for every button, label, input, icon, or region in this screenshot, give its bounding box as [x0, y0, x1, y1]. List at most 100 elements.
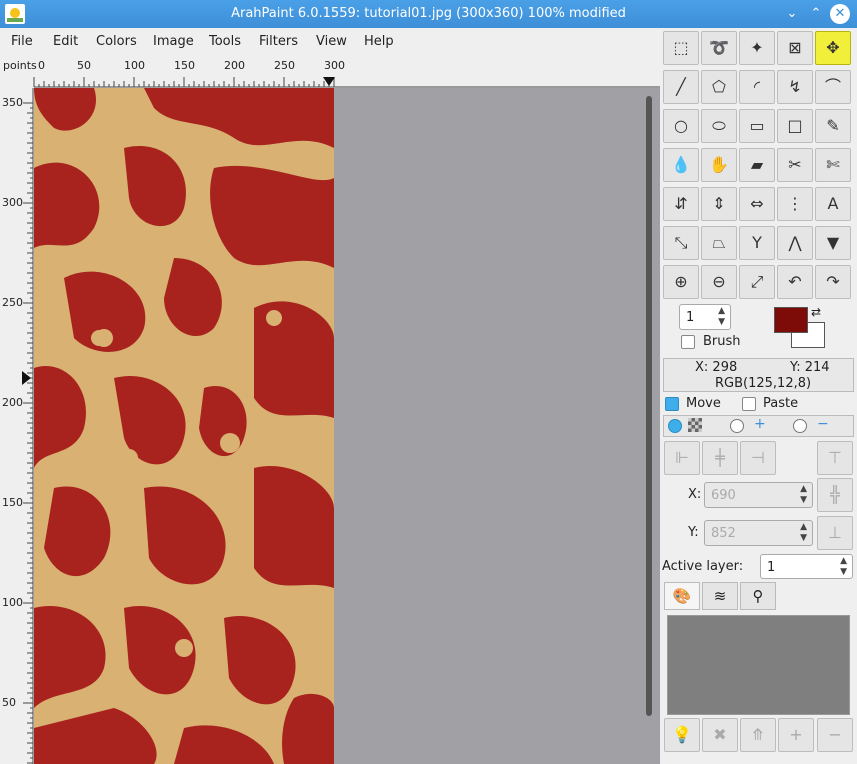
pos-y-value: 852: [711, 526, 736, 541]
text-tool-button[interactable]: A: [815, 187, 851, 221]
menu-edit[interactable]: Edit: [53, 34, 78, 49]
merge-layer-button[interactable]: ⤊: [740, 718, 776, 752]
align-bottom-button[interactable]: ⊥: [817, 516, 853, 550]
pos-x-spinbox[interactable]: 690 ▲ ▼: [704, 482, 813, 508]
flip-horizontal-tool-button[interactable]: ⇔: [739, 187, 775, 221]
magic-wand-tool-button[interactable]: ✦: [739, 31, 775, 65]
palette-icon: 🎨: [672, 587, 692, 605]
align-right-button[interactable]: ⊣: [740, 441, 776, 475]
zoom-fit-tool-button[interactable]: ⤢: [739, 265, 775, 299]
menu-tools[interactable]: Tools: [209, 34, 241, 49]
delete-layer-button[interactable]: ✖: [702, 718, 738, 752]
vertical-ruler[interactable]: 350 300 250 200 150 100 50: [0, 88, 34, 764]
menu-file[interactable]: File: [11, 34, 33, 49]
fill-bucket-icon: ▼: [826, 233, 840, 252]
eyedropper-tool-button[interactable]: 💧: [663, 148, 699, 182]
flip-vertical-tool-button[interactable]: ⇕: [701, 187, 737, 221]
minimize-button[interactable]: ⌄: [782, 4, 802, 24]
undo-tool-button[interactable]: ↶: [777, 265, 813, 299]
layers-icon: ≋: [713, 587, 727, 605]
eraser-tool-button[interactable]: ▰: [739, 148, 775, 182]
ruler-label: 50: [77, 59, 91, 72]
redo-tool-button[interactable]: ↷: [815, 265, 851, 299]
center-vertical-button[interactable]: ╬: [817, 478, 853, 512]
menu-image[interactable]: Image: [153, 34, 194, 49]
add-layer-button[interactable]: +: [778, 718, 814, 752]
canvas-area[interactable]: [34, 88, 660, 764]
tab-layers[interactable]: ≋: [702, 582, 738, 610]
move-tool-button[interactable]: ✥: [815, 31, 851, 65]
zoom-out-icon: ⊖: [712, 272, 726, 291]
polygon-tool-button[interactable]: ⬠: [701, 70, 737, 104]
symmetry-tool-button[interactable]: Y: [739, 226, 775, 260]
eyedropper-icon: 💧: [671, 155, 691, 174]
bezier-tool-button[interactable]: ⌒: [815, 70, 851, 104]
image-canvas[interactable]: [34, 88, 334, 764]
rectangle-tool-button[interactable]: ▭: [739, 109, 775, 143]
move-checkbox[interactable]: [665, 397, 679, 411]
brush-size-spinbox[interactable]: 1 ▲ ▼: [679, 304, 731, 330]
ellipse-tool-button[interactable]: ⬭: [701, 109, 737, 143]
menu-colors[interactable]: Colors: [96, 34, 137, 49]
cursor-rgb: RGB(125,12,8): [715, 376, 812, 391]
pos-y-spinbox[interactable]: 852 ▲ ▼: [704, 520, 813, 546]
lasso-tool-button[interactable]: ➰: [701, 31, 737, 65]
scissors-tool-button[interactable]: ✄: [815, 148, 851, 182]
align-top-button[interactable]: ⊤: [817, 441, 853, 475]
stamp-icon: ⚲: [752, 587, 764, 605]
menu-help[interactable]: Help: [364, 34, 394, 49]
window-title: ArahPaint 6.0.1559: tutorial01.jpg (300x…: [231, 6, 626, 21]
add-radio[interactable]: [730, 419, 744, 433]
curve-tool-button[interactable]: ↯: [777, 70, 813, 104]
move-label: Move: [686, 396, 721, 411]
zoom-out-tool-button[interactable]: ⊖: [701, 265, 737, 299]
arc-tool-button[interactable]: ◜: [739, 70, 775, 104]
tab-stamp[interactable]: ⚲: [740, 582, 776, 610]
spin-arrows-icon[interactable]: ▲ ▼: [840, 556, 847, 578]
cut-tool-button[interactable]: ✂: [777, 148, 813, 182]
remove-layer-button[interactable]: −: [817, 718, 853, 752]
foreground-color-swatch[interactable]: [774, 307, 808, 333]
active-layer-value: 1: [767, 560, 776, 575]
menu-filters[interactable]: Filters: [259, 34, 298, 49]
compass-tool-button[interactable]: ⋀: [777, 226, 813, 260]
menu-view[interactable]: View: [316, 34, 347, 49]
rect-select-tool-button[interactable]: ⬚: [663, 31, 699, 65]
close-button[interactable]: ✕: [830, 4, 850, 24]
brush-checkbox[interactable]: [681, 335, 695, 349]
active-layer-spinbox[interactable]: 1 ▲ ▼: [760, 554, 853, 579]
transparency-icon: [688, 418, 702, 432]
maximize-button[interactable]: ⌃: [806, 4, 826, 24]
zoom-in-tool-button[interactable]: ⊕: [663, 265, 699, 299]
spin-arrows-icon[interactable]: ▲ ▼: [718, 306, 725, 328]
tab-palette[interactable]: 🎨: [664, 582, 700, 610]
align-left-icon: ⊩: [675, 448, 689, 467]
pencil-tool-button[interactable]: ✎: [815, 109, 851, 143]
subtract-radio[interactable]: [793, 419, 807, 433]
mirror-tool-button[interactable]: ⋮: [777, 187, 813, 221]
paste-checkbox[interactable]: [742, 397, 756, 411]
vertical-scrollbar[interactable]: [646, 96, 652, 716]
scale-tool-button[interactable]: ⤡: [663, 226, 699, 260]
spin-arrows-icon[interactable]: ▲ ▼: [800, 522, 807, 544]
transform-tool-button[interactable]: ⇵: [663, 187, 699, 221]
ruler-label: 300: [324, 59, 345, 72]
swap-colors-icon[interactable]: ⇄: [811, 305, 821, 319]
square-tool-button[interactable]: □: [777, 109, 813, 143]
align-center-button[interactable]: ╪: [702, 441, 738, 475]
crop-tool-button[interactable]: ⊠: [777, 31, 813, 65]
perspective-tool-button[interactable]: ⏢: [701, 226, 737, 260]
cursor-y: Y: 214: [790, 360, 830, 375]
fill-bucket-tool-button[interactable]: ▼: [815, 226, 851, 260]
spin-arrows-icon[interactable]: ▲ ▼: [800, 484, 807, 506]
layer-preview-box[interactable]: [667, 615, 850, 715]
smudge-tool-button[interactable]: ✋: [701, 148, 737, 182]
circle-tool-button[interactable]: ○: [663, 109, 699, 143]
opaque-radio[interactable]: [668, 419, 682, 433]
align-left-button[interactable]: ⊩: [664, 441, 700, 475]
rectangle-icon: ▭: [749, 116, 765, 135]
horizontal-ruler[interactable]: points 0 50 100 150 200 250 300: [0, 56, 660, 88]
layer-visibility-button[interactable]: 💡: [664, 718, 700, 752]
curve-icon: ↯: [788, 77, 802, 96]
line-tool-button[interactable]: ╱: [663, 70, 699, 104]
